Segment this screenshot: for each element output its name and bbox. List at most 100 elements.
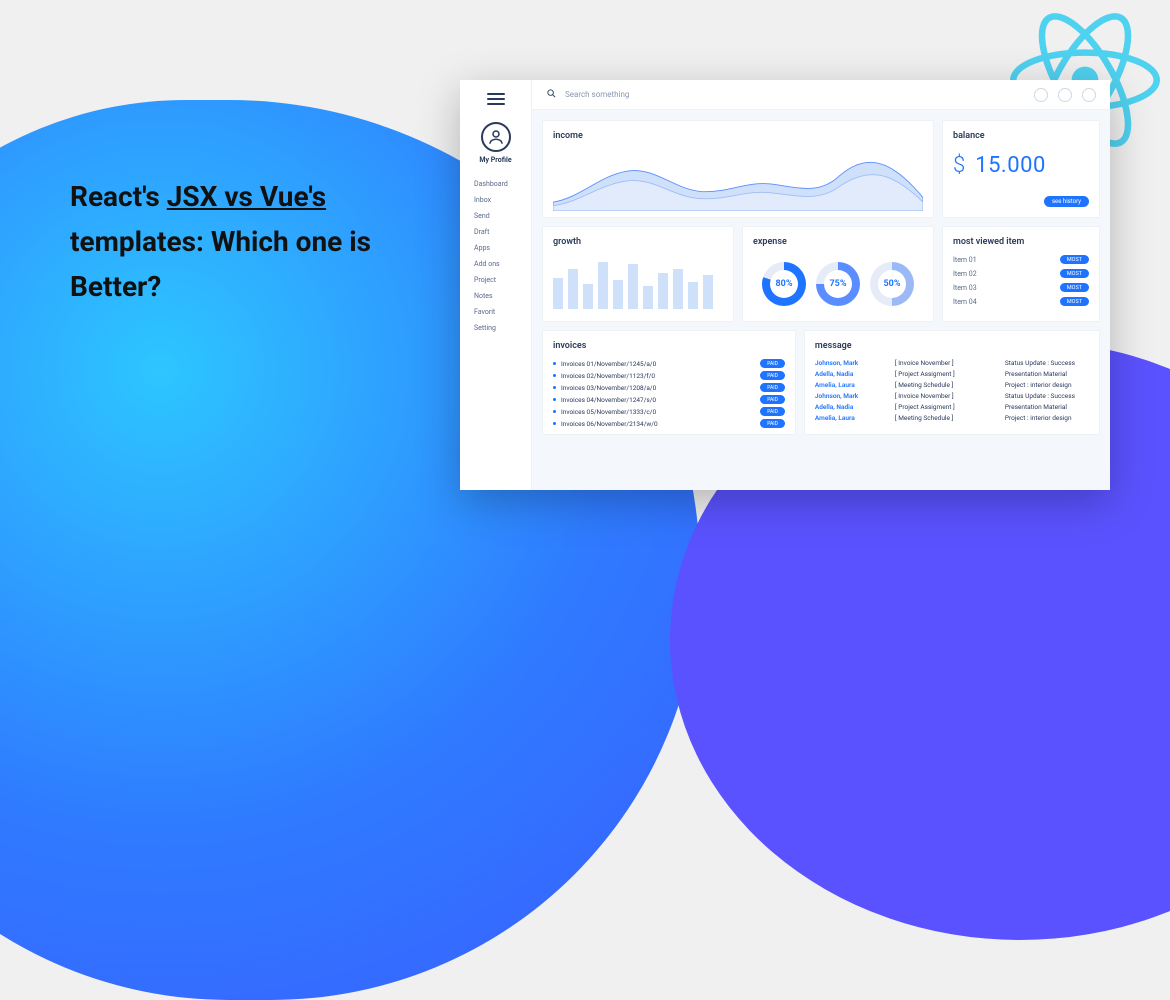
currency-symbol: $ [953, 153, 965, 178]
invoice-text: Invoices 02/November/1123/f/0 [561, 372, 655, 380]
message-sender: Johnson, Mark [815, 359, 885, 367]
invoice-row[interactable]: Invoices 03/November/1208/a/0PAID [553, 383, 785, 392]
growth-bar [658, 273, 668, 309]
sidebar: My Profile DashboardInboxSendDraftAppsAd… [460, 80, 532, 490]
mvi-button[interactable]: MOST [1060, 255, 1089, 264]
invoice-row[interactable]: Invoices 05/November/1333/c/0PAID [553, 407, 785, 416]
invoice-status-button[interactable]: PAID [760, 395, 785, 404]
expense-card: expense 80%75%50% [742, 226, 934, 322]
profile-label: My Profile [479, 156, 511, 164]
message-row[interactable]: Adella, Nadia [ Project Assigment ] Presen… [815, 370, 1089, 378]
invoice-status-button[interactable]: PAID [760, 383, 785, 392]
invoice-status-button[interactable]: PAID [760, 407, 785, 416]
headline-part2: templates: Which one is Better? [70, 225, 371, 303]
bullet-icon [553, 410, 556, 413]
invoices-title: invoices [553, 341, 785, 351]
topbar: Search something [532, 80, 1110, 110]
message-body: Presentation Material [1005, 370, 1067, 378]
headline-part1: React's [70, 180, 167, 213]
invoice-row[interactable]: Invoices 06/November/2134/w/0 PAID [553, 419, 785, 428]
mvi-label: Item 03 [953, 284, 977, 292]
sidebar-item-draft[interactable]: Draft [464, 224, 527, 240]
sidebar-item-project[interactable]: Project [464, 272, 527, 288]
messages-card: message Johnson, Mark[ Invoice November … [804, 330, 1100, 435]
mvi-button[interactable]: MOST [1060, 297, 1089, 306]
income-title: income [553, 131, 923, 141]
message-sender: Adella, Nadia [815, 370, 885, 378]
message-body: Presentation Material [1005, 403, 1067, 411]
expense-donut: 80% [762, 262, 806, 306]
content: income balance $ 15.000 see history [532, 110, 1110, 490]
invoices-card: invoices Invoices 01/November/1245/a/0 PA… [542, 330, 796, 435]
mvi-title: most viewed item [953, 237, 1089, 247]
expense-donuts: 80% 75%50% [753, 255, 923, 313]
expense-donut: 50% [870, 262, 914, 306]
income-chart [553, 149, 923, 211]
growth-card: growth [542, 226, 734, 322]
avatar[interactable] [481, 122, 511, 152]
growth-title: growth [553, 237, 723, 247]
balance-title: balance [953, 131, 1089, 141]
sidebar-item-dashboard[interactable]: Dashboard [464, 176, 527, 192]
message-body: Project : interior design [1005, 381, 1072, 389]
growth-bar [598, 262, 608, 309]
topbar-action-2[interactable] [1058, 88, 1072, 102]
headline-underlined: JSX vs Vue's [167, 180, 326, 213]
invoice-text: Invoices 04/November/1247/s/0 [561, 396, 656, 404]
invoice-row[interactable]: Invoices 02/November/1123/f/0 PAID [553, 371, 785, 380]
message-sender: Adella, Nadia [815, 403, 885, 411]
search-input[interactable]: Search something [565, 90, 1026, 99]
growth-bar [673, 269, 683, 309]
growth-bars [553, 255, 723, 309]
invoice-status-button[interactable]: PAID [760, 371, 785, 380]
topbar-action-1[interactable] [1034, 88, 1048, 102]
sidebar-item-apps[interactable]: Apps [464, 240, 527, 256]
mvi-label: Item 04 [953, 298, 977, 306]
hamburger-icon[interactable] [487, 90, 505, 108]
sidebar-item-setting[interactable]: Setting [464, 320, 527, 336]
message-sender: Johnson, Mark [815, 392, 885, 400]
message-row[interactable]: Adella, Nadia[ Project Assigment ]Presen… [815, 403, 1089, 411]
mvi-button[interactable]: MOST [1060, 283, 1089, 292]
most-viewed-card: most viewed item Item 01MOSTItem 02MOSTI… [942, 226, 1100, 322]
search-icon[interactable] [546, 88, 557, 101]
sidebar-item-inbox[interactable]: Inbox [464, 192, 527, 208]
message-row[interactable]: Amelia, Laura [ Meeting Schedule ] Project… [815, 381, 1089, 389]
message-row[interactable]: Johnson, Mark[ Invoice November ]Status … [815, 392, 1089, 400]
invoice-text: Invoices 01/November/1245/a/0 [561, 360, 656, 368]
growth-bar [553, 278, 563, 310]
invoice-text: Invoices 06/November/2134/w/0 [561, 420, 658, 428]
mvi-label: Item 02 [953, 270, 977, 278]
message-subject: [ Invoice November ] [895, 392, 995, 400]
message-subject: [ Meeting Schedule ] [895, 381, 995, 389]
topbar-action-3[interactable] [1082, 88, 1096, 102]
mvi-button[interactable]: MOST [1060, 269, 1089, 278]
message-sender: Amelia, Laura [815, 381, 885, 389]
sidebar-item-add-ons[interactable]: Add ons [464, 256, 527, 272]
message-row[interactable]: Amelia, Laura[ Meeting Schedule ]Project… [815, 414, 1089, 422]
bullet-icon [553, 386, 556, 389]
growth-bar [703, 275, 713, 309]
donut-value: 80% [770, 270, 798, 298]
invoice-status-button[interactable]: PAID [760, 359, 785, 368]
mvi-row: Item 02 MOST [953, 269, 1089, 278]
message-subject: [ Project Assigment ] [895, 370, 995, 378]
growth-bar [688, 282, 698, 309]
mvi-row: Item 01 MOST [953, 255, 1089, 264]
expense-donut: 75% [816, 262, 860, 306]
invoice-status-button[interactable]: PAID [760, 419, 785, 428]
dashboard-window: My Profile DashboardInboxSendDraftAppsAd… [460, 80, 1110, 490]
growth-bar [568, 269, 578, 310]
invoice-row[interactable]: Invoices 04/November/1247/s/0 PAID [553, 395, 785, 404]
sidebar-item-send[interactable]: Send [464, 208, 527, 224]
message-row[interactable]: Johnson, Mark[ Invoice November ]Status … [815, 359, 1089, 367]
mvi-label: Item 01 [953, 256, 977, 264]
growth-bar [613, 280, 623, 309]
message-subject: [ Meeting Schedule ] [895, 414, 995, 422]
sidebar-item-favorit[interactable]: Favorit [464, 304, 527, 320]
message-sender: Amelia, Laura [815, 414, 885, 422]
see-history-button[interactable]: see history [1044, 196, 1089, 207]
sidebar-item-notes[interactable]: Notes [464, 288, 527, 304]
bullet-icon [553, 362, 556, 365]
invoice-row[interactable]: Invoices 01/November/1245/a/0 PAID [553, 359, 785, 368]
